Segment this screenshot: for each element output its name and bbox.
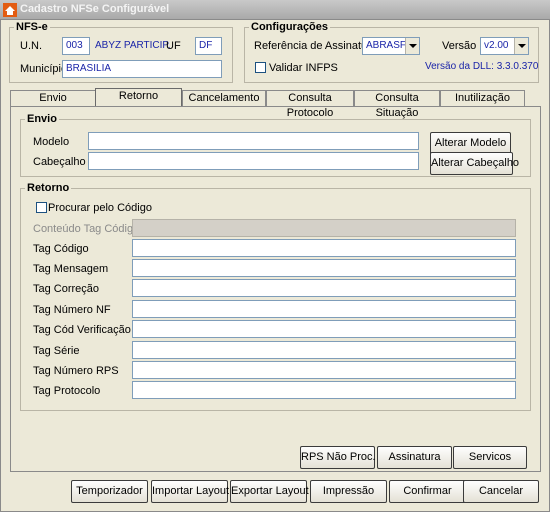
alterar-cabecalho-button[interactable]: Alterar Cabeçalho xyxy=(430,152,519,175)
tab-inutilizacao[interactable]: Inutilização xyxy=(440,90,525,106)
tab-cancelamento[interactable]: Cancelamento xyxy=(182,90,266,106)
dll-version-label: Versão da DLL: 3.3.0.370 xyxy=(425,61,539,72)
tag-serie-field[interactable] xyxy=(132,341,516,359)
uf-label: UF xyxy=(166,40,181,52)
un-label: U.N. xyxy=(20,40,42,52)
title-bar: Cadastro NFSe Configurável xyxy=(0,0,550,20)
chevron-down-icon[interactable] xyxy=(514,38,528,54)
cancelar-button[interactable]: Cancelar xyxy=(463,480,539,503)
tag-numero-nf-label: Tag Número NF xyxy=(33,304,111,316)
config-group: Configurações xyxy=(244,21,539,83)
chevron-down-icon[interactable] xyxy=(405,38,419,54)
tag-codigo-label: Tag Código xyxy=(33,243,89,255)
ref-assinatura-label: Referência de Assinatura xyxy=(254,40,377,52)
tag-codigo-field[interactable] xyxy=(132,239,516,257)
tag-serie-label: Tag Série xyxy=(33,345,80,357)
modelo-label: Modelo xyxy=(33,136,70,148)
confirmar-button[interactable]: Confirmar xyxy=(389,480,466,503)
municipio-label: Município xyxy=(20,63,68,75)
main-window: NFS-e U.N. 003 ABYZ PARTICIP. UF DF Muni… xyxy=(0,20,550,512)
versao-label: Versão xyxy=(442,40,477,52)
exportar-layout-button[interactable]: Exportar Layout xyxy=(230,480,309,503)
tab-panel: Envio Modelo Alterar Modelo Cabeçalho Al… xyxy=(10,106,541,472)
tag-numero-nf-field[interactable] xyxy=(132,300,516,318)
impressao-button[interactable]: Impressão xyxy=(310,480,387,503)
tag-numero-rps-label: Tag Número RPS xyxy=(33,365,119,377)
tab-retorno[interactable]: Retorno xyxy=(95,88,182,106)
procurar-codigo-label: Procurar pelo Código xyxy=(48,202,152,214)
tag-correcao-label: Tag Correção xyxy=(33,283,100,295)
tab-consulta-protocolo[interactable]: Consulta Protocolo xyxy=(266,90,354,119)
un-name-label: ABYZ PARTICIP. xyxy=(95,40,171,51)
window-title: Cadastro NFSe Configurável xyxy=(20,3,170,15)
versao-value: v2.00 xyxy=(484,40,509,51)
tag-mensagem-label: Tag Mensagem xyxy=(33,263,109,275)
importar-layout-button[interactable]: Importar Layout xyxy=(151,480,229,503)
ref-assinatura-value: ABRASF xyxy=(366,40,407,51)
procurar-codigo-checkbox[interactable] xyxy=(36,202,47,213)
cabecalho-field[interactable] xyxy=(88,152,419,170)
un-code-field[interactable]: 003 xyxy=(62,37,90,55)
config-legend: Configurações xyxy=(249,21,331,33)
cabecalho-label: Cabeçalho xyxy=(33,156,86,168)
retorno-legend: Retorno xyxy=(25,182,72,194)
envio-legend: Envio xyxy=(25,113,59,125)
versao-select[interactable]: v2.00 xyxy=(480,37,529,55)
tag-protocolo-field[interactable] xyxy=(132,381,516,399)
tag-mensagem-field[interactable] xyxy=(132,259,516,277)
municipio-field[interactable]: BRASILIA xyxy=(62,60,222,78)
tag-numero-rps-field[interactable] xyxy=(132,361,516,379)
conteudo-tag-codigo-label: Conteúdo Tag Código xyxy=(33,223,140,235)
validar-infps-checkbox[interactable] xyxy=(255,62,266,73)
tag-cod-verificacao-field[interactable] xyxy=(132,320,516,338)
modelo-field[interactable] xyxy=(88,132,419,150)
tag-protocolo-label: Tag Protocolo xyxy=(33,385,101,397)
conteudo-tag-codigo-field xyxy=(132,219,516,237)
temporizador-button[interactable]: Temporizador xyxy=(71,480,148,503)
tab-consulta-situacao[interactable]: Consulta Situação xyxy=(354,90,440,119)
uf-field[interactable]: DF xyxy=(195,37,222,55)
tab-envio[interactable]: Envio xyxy=(10,90,96,106)
app-icon xyxy=(3,3,17,17)
servicos-button[interactable]: Servicos xyxy=(453,446,527,469)
ref-assinatura-select[interactable]: ABRASF xyxy=(362,37,420,55)
assinatura-button[interactable]: Assinatura xyxy=(377,446,452,469)
nfse-legend: NFS-e xyxy=(14,21,50,33)
tag-cod-verificacao-label: Tag Cód Verificação xyxy=(33,324,131,336)
rps-nao-proc-button[interactable]: RPS Não Proc. xyxy=(300,446,376,469)
validar-infps-label: Validar INFPS xyxy=(269,62,338,74)
tag-correcao-field[interactable] xyxy=(132,279,516,297)
